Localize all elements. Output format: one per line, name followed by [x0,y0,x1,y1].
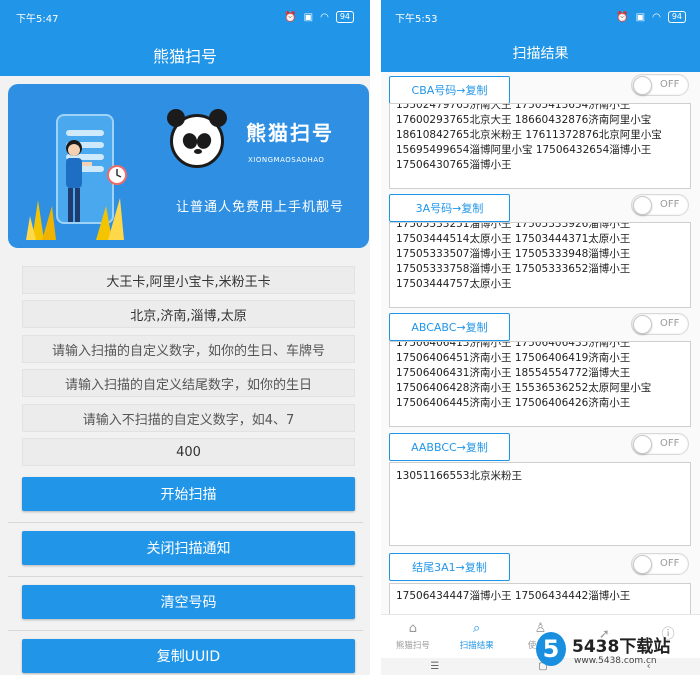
3a-number-list: 17505333251淄博小王 17505333926淄博小王 17503444… [389,222,691,308]
close-notification-button[interactable]: 关闭扫描通知 [22,531,355,565]
excluded-number-input[interactable]: 请输入不扫描的自定义数字，如4、7 [22,404,355,432]
sim-icon: ▣ [303,11,314,23]
number-line: 18610842765北京米粉王 17611372876北京阿里小宝 [396,129,662,141]
divider [8,522,363,523]
menu-icon[interactable]: ☰ [430,661,439,672]
watermark-url: www.5438.com.cn [574,656,657,666]
clear-numbers-button[interactable]: 清空号码 [22,585,355,619]
site-watermark: 5 5438下载站 www.5438.com.cn [536,632,696,674]
number-line: 17503444514太原小王 17503444371太原小王 [396,233,631,245]
tab-home[interactable]: ⌂ 熊猫扫号 [381,615,445,658]
right-screen: 下午5:53 ⏰ ▣ ◠ 94 扫描结果 CBA号码→复制 OFF 155024… [381,0,700,675]
number-line: 17506434447淄博小王 17506434442淄博小王 [396,590,631,602]
number-line: 17505333251淄博小王 17505333926淄博小王 [396,222,631,230]
watermark-logo: 5 [536,632,566,666]
copy-uuid-button[interactable]: 复制UUID [22,639,355,673]
number-line: 17506406451济南小王 17506406419济南小王 [396,352,631,364]
wifi-icon: ◠ [652,11,661,23]
aabbcc-number-list: 13051166553北京米粉王 [389,462,691,546]
number-line: 17503444757太原小王 [396,278,512,290]
toggle-label: OFF [660,318,680,329]
alarm-icon: ⏰ [616,11,629,23]
copy-ending-3a1-button[interactable]: 结尾3A1→复制 [389,553,510,581]
toggle-knob [633,435,652,454]
custom-ending-input[interactable]: 请输入扫描的自定义结尾数字，如你的生日 [22,369,355,397]
copy-abcabc-button[interactable]: ABCABC→复制 [389,313,510,341]
tab-label: 扫描结果 [459,641,494,651]
status-icons: ⏰ ▣ ◠ 94 [616,11,686,23]
wifi-icon: ◠ [320,11,329,23]
number-line: 13051166553北京米粉王 [396,470,522,482]
brand-subtitle: XIONGMAOSAOHAO [248,156,325,164]
alarm-icon: ⏰ [284,11,297,23]
copy-aabbcc-button[interactable]: AABBCC→复制 [389,433,510,461]
number-line: 17506430765淄博小王 [396,159,512,171]
start-scan-button[interactable]: 开始扫描 [22,477,355,511]
toggle-label: OFF [660,199,680,210]
battery-icon: 94 [335,11,354,23]
toggle-label: OFF [660,558,680,569]
left-screen: 下午5:47 ⏰ ▣ ◠ 94 熊猫扫号 熊猫扫号 XIONGMAOSAOHAO… [0,0,370,675]
city-field[interactable]: 北京,济南,淄博,太原 [22,300,355,328]
copy-cba-button[interactable]: CBA号码→复制 [389,76,510,104]
toggle-label: OFF [660,438,680,449]
cba-number-list: 15502479765济南大王 17505413654济南小王 17600293… [389,103,691,189]
number-line: 17505333507淄博小王 17505333948淄博小王 [396,248,631,260]
number-line: 17506406431济南小王 18554554772淄博大王 [396,367,631,379]
clock-icon [107,165,127,185]
status-icons: ⏰ ▣ ◠ 94 [284,11,354,23]
number-line: 17506406445济南小王 17506406426济南小王 [396,397,631,409]
toggle-knob [633,76,652,95]
app-title: 熊猫扫号 [0,34,370,76]
copy-3a-button[interactable]: 3A号码→复制 [389,194,510,222]
panda-logo [167,109,227,168]
toggle-knob [633,555,652,574]
toggle-label: OFF [660,79,680,90]
card-type-field[interactable]: 大王卡,阿里小宝卡,米粉王卡 [22,266,355,294]
tab-scan-results[interactable]: ⌕ 扫描结果 [445,615,509,658]
number-line: 17506406428济南小王 15536536252太原阿里小宝 [396,382,652,394]
count-input[interactable]: 400 [22,438,355,466]
toggle-knob [633,315,652,334]
number-line: 17600293765北京大王 18660432876济南阿里小宝 [396,114,652,126]
number-line: 15502479765济南大王 17505413654济南小王 [396,103,631,111]
leaf-decoration [26,200,56,240]
page-title: 扫描结果 [381,34,700,72]
leaf-decoration [96,198,124,240]
battery-icon: 94 [667,11,686,23]
abcabc-number-list: 17506406413济南小王 17506406435济南小王 17506406… [389,341,691,427]
brand-title: 熊猫扫号 [246,121,334,145]
slogan: 让普通人免费用上手机靓号 [176,200,345,215]
status-time: 下午5:47 [16,13,59,25]
toggle-knob [633,196,652,215]
status-time: 下午5:53 [395,13,438,25]
3a-toggle[interactable]: OFF [631,194,689,216]
number-line: 17506406413济南小王 17506406435济南小王 [396,341,631,349]
number-line: 17505333758淄博小王 17505333652淄博小王 [396,263,631,275]
aabbcc-toggle[interactable]: OFF [631,433,689,455]
divider [8,630,363,631]
sim-icon: ▣ [635,11,646,23]
divider [8,576,363,577]
status-bar: 下午5:47 ⏰ ▣ ◠ 94 [0,0,370,34]
search-icon: ⌕ [473,621,481,636]
watermark-title: 5438下载站 [572,637,671,657]
number-line: 15695499654淄博阿里小宝 17506432654淄博小王 [396,144,652,156]
custom-number-input[interactable]: 请输入扫描的自定义数字，如你的生日、车牌号 [22,335,355,363]
ending-3a1-toggle[interactable]: OFF [631,553,689,575]
status-bar: 下午5:53 ⏰ ▣ ◠ 94 [381,0,700,34]
cba-toggle[interactable]: OFF [631,74,689,96]
tab-label: 熊猫扫号 [395,641,430,651]
abcabc-toggle[interactable]: OFF [631,313,689,335]
home-icon: ⌂ [408,621,418,636]
